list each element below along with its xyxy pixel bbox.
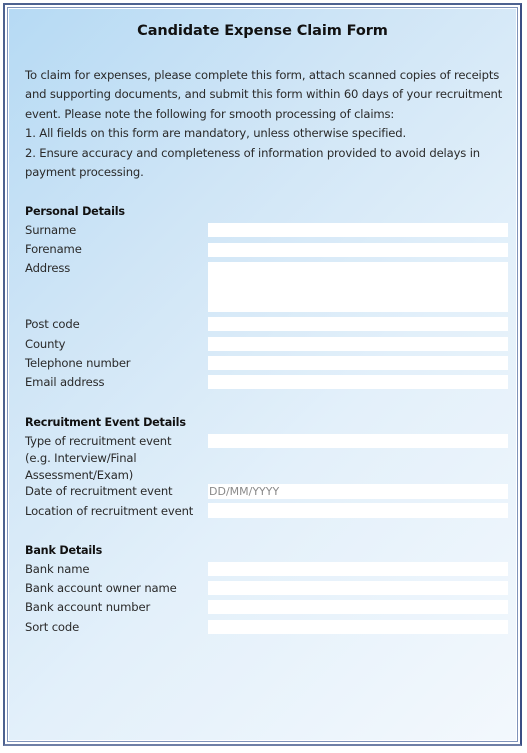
label-account-number: Bank account number — [25, 600, 151, 614]
event-location-input[interactable] — [208, 503, 508, 518]
label-account-owner-name: Bank account owner name — [25, 581, 177, 595]
sort-code-input[interactable] — [208, 620, 508, 634]
label-forename: Forename — [25, 242, 82, 256]
label-bank-name: Bank name — [25, 562, 90, 576]
label-email: Email address — [25, 375, 105, 389]
label-event-type: Type of recruitment event (e.g. Intervie… — [25, 434, 172, 482]
label-surname: Surname — [25, 223, 77, 237]
surname-input[interactable] — [208, 223, 508, 237]
email-input[interactable] — [208, 375, 508, 389]
county-input[interactable] — [208, 337, 508, 351]
section-title-personal-details: Personal Details — [25, 205, 125, 218]
label-postcode: Post code — [25, 317, 80, 331]
instructions-paragraph: To claim for expenses, please complete t… — [25, 68, 503, 121]
form-title: Candidate Expense Claim Form — [137, 23, 388, 39]
account-number-input[interactable] — [208, 600, 508, 614]
label-telephone: Telephone number — [25, 356, 131, 370]
event-date-input[interactable] — [208, 484, 508, 499]
form-instructions: To claim for expenses, please complete t… — [25, 66, 505, 182]
label-event-location: Location of recruitment event — [25, 504, 194, 518]
label-address: Address — [25, 261, 71, 275]
address-textarea[interactable] — [208, 262, 508, 312]
postcode-input[interactable] — [208, 317, 508, 331]
section-title-bank-details: Bank Details — [25, 544, 103, 557]
label-sort-code: Sort code — [25, 620, 80, 634]
account-owner-name-input[interactable] — [208, 581, 508, 595]
event-type-input[interactable] — [208, 434, 508, 448]
label-county: County — [25, 337, 66, 351]
section-title-recruitment-event-details: Recruitment Event Details — [25, 416, 186, 429]
bank-name-input[interactable] — [208, 562, 508, 576]
label-event-date: Date of recruitment event — [25, 484, 173, 498]
instructions-item-1: 1. All fields on this form are mandatory… — [25, 126, 407, 141]
forename-input[interactable] — [208, 243, 508, 257]
instructions-item-2: 2. Ensure accuracy and completeness of i… — [25, 145, 480, 180]
telephone-input[interactable] — [208, 356, 508, 370]
